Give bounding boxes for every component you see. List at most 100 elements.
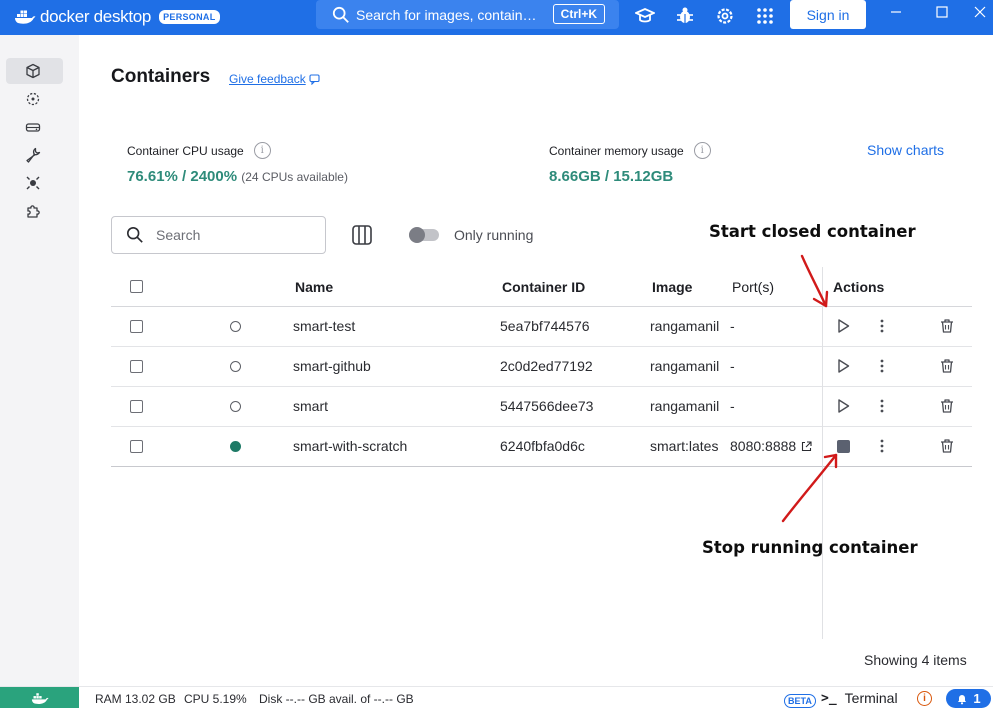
close-icon[interactable] [973,5,987,19]
status-indicator [230,441,241,452]
item-count: Showing 4 items [864,652,967,668]
container-name[interactable]: smart [293,398,493,414]
sidebar-item-extensions[interactable] [6,198,63,224]
ports-text: - [730,398,735,414]
columns-toggle-icon[interactable] [351,224,373,246]
table-row[interactable]: smart 5447566dee73 rangamanil - [111,387,972,427]
start-icon[interactable] [834,397,852,415]
ports-text: - [730,318,735,334]
row-checkbox[interactable] [130,320,143,333]
more-options-icon[interactable] [873,397,891,415]
delete-trash-icon[interactable] [938,317,956,335]
column-header-container-id[interactable]: Container ID [502,279,585,295]
start-icon[interactable] [834,357,852,375]
show-charts-link[interactable]: Show charts [867,142,944,158]
table-row[interactable]: smart-test 5ea7bf744576 rangamanil - [111,307,972,347]
container-name[interactable]: smart-test [293,318,493,334]
sign-in-button[interactable]: Sign in [790,0,866,29]
container-id: 5447566dee73 [500,398,594,414]
docker-logo: docker desktop PERSONAL [14,5,220,29]
container-id: 5ea7bf744576 [500,318,590,334]
give-feedback-link[interactable]: Give feedback [229,72,321,86]
plan-badge: PERSONAL [159,10,220,24]
search-input[interactable] [156,227,306,243]
cpu-usage-label-text: Container CPU usage [127,143,244,158]
beta-badge: BETA [784,694,816,708]
start-icon[interactable] [834,317,852,335]
column-header-image[interactable]: Image [652,279,692,295]
memory-usage-value: 8.66GB / 15.12GB [549,168,674,185]
sidebar-item-scout[interactable] [6,170,63,196]
annotation-stop: Stop running container [702,538,918,557]
stop-icon[interactable] [837,440,850,453]
container-search[interactable] [111,216,326,254]
troubleshoot-bug-icon[interactable] [675,6,695,26]
column-header-name[interactable]: Name [295,279,333,295]
global-search-placeholder: Search for images, contain… [356,6,537,23]
memory-info-icon[interactable]: i [693,142,711,159]
minimize-icon[interactable] [889,5,903,19]
select-all-checkbox[interactable] [130,280,143,293]
status-indicator [230,361,241,372]
page-title: Containers [111,66,211,87]
docker-whale-icon [15,10,36,24]
cpu-usage-number: 76.61% / 2400% [127,168,238,185]
cpu-usage-label: Container CPU usage i [127,142,271,159]
wrench-icon [25,147,40,163]
ram-stat: RAM 13.02 GB [95,692,176,706]
search-icon [126,226,143,243]
container-ports: - [730,358,830,374]
images-icon [26,92,39,106]
global-search[interactable]: Search for images, contain… Ctrl+K [316,0,619,29]
warning-info-icon[interactable]: i [917,691,932,706]
docker-whale-icon [31,692,49,704]
search-shortcut: Ctrl+K [552,4,605,24]
title-bar: docker desktop PERSONAL Search for image… [0,0,993,35]
container-ports[interactable]: 8080:8888 [730,438,830,454]
puzzle-icon [26,205,40,218]
terminal-icon: >_ [821,690,837,706]
terminal-button[interactable]: >_ Terminal [821,690,898,706]
external-link-icon[interactable] [801,441,812,452]
maximize-icon[interactable] [935,5,949,19]
toggle-knob [409,227,425,243]
column-header-ports[interactable]: Port(s) [732,279,774,295]
table-row[interactable]: smart-github 2c0d2ed77192 rangamanil - [111,347,972,387]
container-ports: - [730,398,830,414]
actions-column-divider [822,267,823,639]
container-ports: - [730,318,830,334]
ports-text: 8080:8888 [730,438,797,454]
sidebar-item-volumes[interactable] [6,114,63,140]
more-options-icon[interactable] [873,357,891,375]
container-id: 2c0d2ed77192 [500,358,593,374]
notification-count: 1 [973,691,981,706]
scout-icon [26,176,39,190]
container-name[interactable]: smart-github [293,358,493,374]
delete-trash-icon[interactable] [938,437,956,455]
settings-gear-icon[interactable] [715,6,735,26]
more-options-icon[interactable] [873,317,891,335]
cpu-info-icon[interactable]: i [253,142,271,159]
brand-name: docker desktop [40,7,152,26]
container-name[interactable]: smart-with-scratch [293,438,493,454]
notifications-button[interactable]: 1 [946,689,991,708]
row-checkbox[interactable] [130,440,143,453]
extensions-grid-icon[interactable] [755,6,775,26]
table-row[interactable]: smart-with-scratch 6240fbfa0d6c smart:late… [111,427,972,467]
sidebar-item-images[interactable] [6,86,63,112]
container-id: 6240fbfa0d6c [500,438,585,454]
cpu-usage-value: 76.61% / 2400% (24 CPUs available) [127,168,348,185]
row-checkbox[interactable] [130,360,143,373]
learning-center-icon[interactable] [635,6,655,26]
cpu-available-note: (24 CPUs available) [241,170,348,184]
sidebar-item-containers[interactable] [6,58,63,84]
container-image: rangamanil [650,358,720,374]
sidebar-item-builds[interactable] [6,142,63,168]
feedback-chat-icon [309,74,320,85]
only-running-toggle[interactable] [409,227,439,243]
engine-status[interactable] [0,687,79,708]
row-checkbox[interactable] [130,400,143,413]
more-options-icon[interactable] [873,437,891,455]
delete-trash-icon[interactable] [938,397,956,415]
delete-trash-icon[interactable] [938,357,956,375]
